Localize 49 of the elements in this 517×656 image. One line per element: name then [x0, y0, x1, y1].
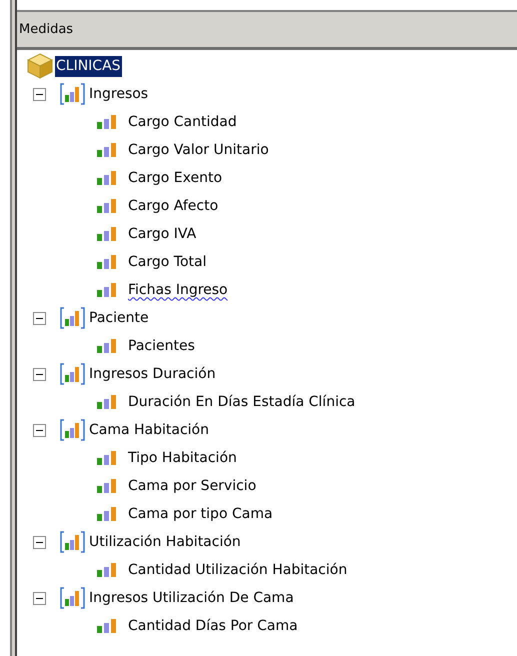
bar-chart-icon — [59, 419, 86, 441]
panel-title: Medidas — [19, 20, 74, 39]
tree-item[interactable]: Pacientes — [128, 336, 195, 356]
tree-item[interactable]: Cargo Exento — [128, 168, 222, 188]
bar-chart-icon — [59, 83, 86, 105]
bar-chart-icon — [97, 563, 116, 577]
bar-chart-icon — [97, 199, 116, 213]
bar-chart-icon — [97, 507, 116, 521]
collapse-icon[interactable] — [33, 536, 46, 548]
tree-item[interactable]: Cargo Valor Unitario — [128, 140, 269, 160]
tree-item[interactable]: CLINICAS — [55, 56, 122, 76]
tree-item[interactable]: Fichas Ingreso — [128, 280, 228, 300]
tree-item[interactable]: Cama por tipo Cama — [128, 504, 273, 524]
bar-chart-icon — [59, 587, 86, 609]
bar-chart-icon — [97, 619, 116, 633]
tree-item[interactable]: Ingresos — [89, 84, 148, 104]
bar-chart-icon — [97, 171, 116, 185]
tree-item[interactable]: Cantidad Días Por Cama — [128, 616, 298, 636]
collapse-icon[interactable] — [33, 312, 46, 324]
bar-chart-icon — [97, 395, 116, 409]
bar-chart-icon — [97, 283, 116, 297]
bar-chart-icon — [97, 451, 116, 465]
tree-item[interactable]: Paciente — [89, 308, 149, 328]
collapse-icon[interactable] — [33, 424, 46, 436]
tree-item[interactable]: Utilización Habitación — [89, 532, 241, 552]
tree-item[interactable]: Duración En Días Estadía Clínica — [128, 392, 356, 412]
tree-item[interactable]: Ingresos Duración — [89, 364, 216, 384]
collapse-icon[interactable] — [33, 368, 46, 380]
cube-icon — [27, 53, 53, 79]
tree-item[interactable]: Tipo Habitación — [128, 448, 237, 468]
bar-chart-icon — [97, 255, 116, 269]
tree-item[interactable]: Cama Habitación — [89, 420, 209, 440]
collapse-icon[interactable] — [33, 592, 46, 604]
bar-chart-icon — [97, 115, 116, 129]
bar-chart-icon — [97, 479, 116, 493]
tree-item[interactable]: Cama por Servicio — [128, 476, 256, 496]
tree-item[interactable]: Ingresos Utilización De Cama — [89, 588, 294, 608]
bar-chart-icon — [59, 531, 86, 553]
tree-item[interactable]: Cantidad Utilización Habitación — [128, 560, 348, 580]
collapse-icon[interactable] — [33, 88, 46, 100]
bar-chart-icon — [97, 143, 116, 157]
tree-item[interactable]: Cargo IVA — [128, 224, 196, 244]
tree-item[interactable]: Cargo Afecto — [128, 196, 218, 216]
bar-chart-icon — [97, 339, 116, 353]
tree-item[interactable]: Cargo Cantidad — [128, 112, 237, 132]
tree-item[interactable]: Cargo Total — [128, 252, 206, 272]
bar-chart-icon — [97, 227, 116, 241]
bar-chart-icon — [59, 363, 86, 385]
bar-chart-icon — [59, 307, 86, 329]
